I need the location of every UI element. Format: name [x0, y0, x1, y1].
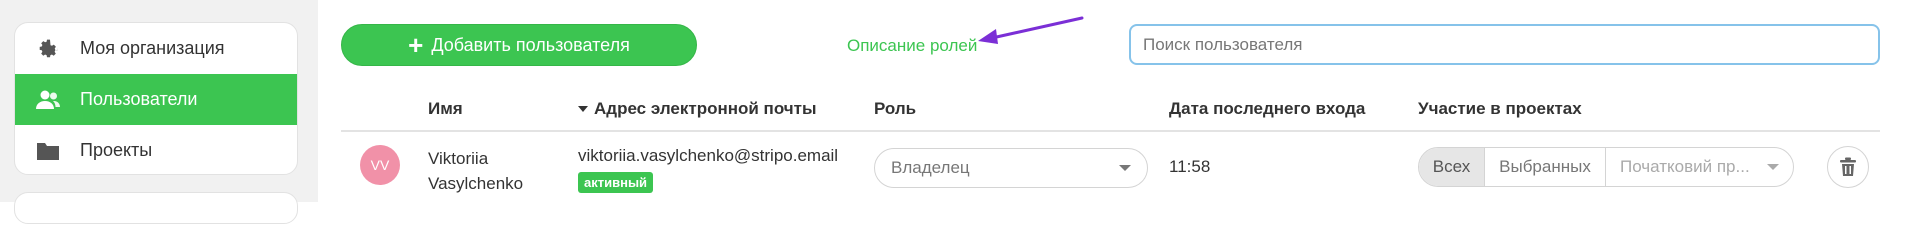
role-select[interactable]: Владелец [874, 148, 1148, 188]
projects-dropdown[interactable]: Початковий пр... [1606, 148, 1793, 186]
projects-selected-option[interactable]: Выбранных [1485, 148, 1606, 186]
gear-icon [34, 35, 62, 63]
sidebar-item-label: Проекты [80, 140, 153, 160]
sidebar-nav: Моя организация Пользователи Проекты [14, 22, 298, 175]
roles-description-link[interactable]: Описание ролей [847, 36, 977, 56]
sort-desc-icon [578, 106, 588, 112]
add-user-label: Добавить пользователя [431, 34, 630, 55]
sidebar-item-users[interactable]: Пользователи [15, 74, 297, 125]
header-divider [341, 130, 1880, 132]
trash-icon [1840, 157, 1856, 176]
column-header-role[interactable]: Роль [874, 99, 916, 119]
user-first-name: Viktoriia [428, 149, 489, 168]
user-email: viktoriia.vasylchenko@stripo.email [578, 146, 839, 165]
projects-all-option[interactable]: Всех [1419, 148, 1485, 186]
column-header-email[interactable]: Адрес электронной почты [578, 99, 817, 119]
role-select-value: Владелец [891, 158, 970, 177]
plus-icon: + [408, 30, 424, 60]
last-login-value: 11:58 [1169, 157, 1211, 176]
search-input[interactable] [1129, 24, 1880, 65]
sidebar-card-secondary [14, 192, 298, 224]
status-badge: активный [578, 172, 654, 193]
add-user-button[interactable]: + Добавить пользователя [341, 24, 697, 66]
avatar: VV [360, 145, 400, 185]
users-icon [34, 86, 62, 114]
user-name: Viktoriia Vasylchenko [428, 146, 523, 196]
folder-icon [34, 137, 62, 165]
annotation-arrow-icon [978, 16, 1084, 44]
projects-dropdown-value: Початковий пр... [1620, 157, 1750, 176]
column-header-projects[interactable]: Участие в проектах [1418, 99, 1582, 119]
projects-participation-toggle: Всех Выбранных Початковий пр... [1418, 147, 1794, 187]
chevron-down-icon [1119, 165, 1131, 171]
sidebar-item-label: Моя организация [80, 38, 225, 58]
sidebar-item-label: Пользователи [80, 89, 198, 109]
column-header-email-label: Адрес электронной почты [594, 99, 817, 118]
user-last-name: Vasylchenko [428, 174, 524, 193]
column-header-last-login[interactable]: Дата последнего входа [1169, 99, 1365, 119]
sidebar-item-organization[interactable]: Моя организация [15, 23, 297, 74]
sidebar-item-projects[interactable]: Проекты [15, 125, 297, 174]
chevron-down-icon [1767, 164, 1779, 170]
column-header-name[interactable]: Имя [428, 99, 463, 119]
delete-user-button[interactable] [1827, 146, 1869, 188]
